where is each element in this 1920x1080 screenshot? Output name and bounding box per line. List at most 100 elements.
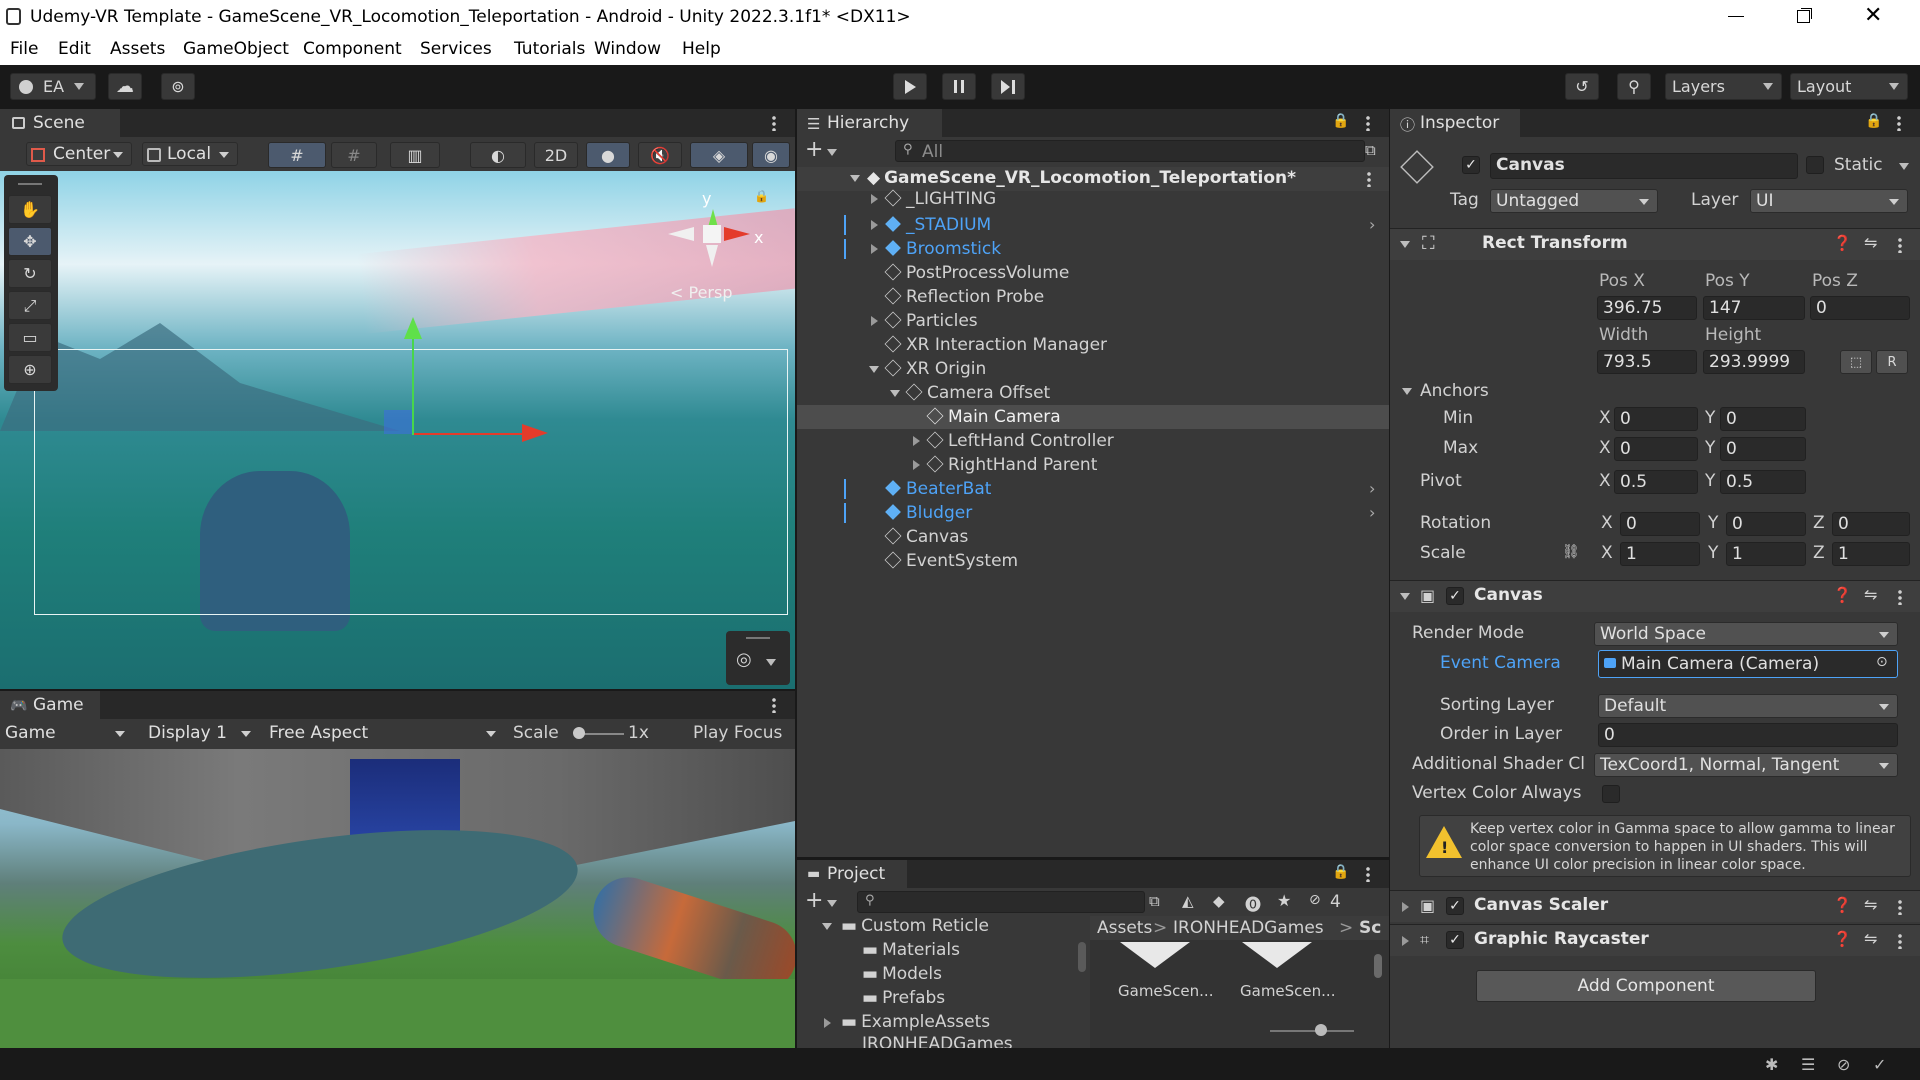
pos-y-input[interactable]: 147: [1703, 296, 1805, 320]
drag-handle[interactable]: [18, 183, 42, 185]
object-picker-icon[interactable]: ⊙: [1876, 654, 1888, 670]
kebab-icon[interactable]: [1898, 933, 1902, 949]
active-checkbox[interactable]: ✓: [1462, 156, 1480, 174]
folder-row[interactable]: IRONHEADGames: [797, 1034, 1087, 1048]
x-arrow-icon[interactable]: [522, 424, 548, 442]
expand-icon[interactable]: [1402, 902, 1409, 912]
lock-icon[interactable]: 🔒: [754, 189, 769, 203]
preset-icon[interactable]: ⇋: [1864, 233, 1877, 252]
history-button[interactable]: ↺: [1565, 73, 1599, 100]
pause-button[interactable]: [942, 73, 976, 100]
scene-camera-overlay[interactable]: ◎: [726, 631, 790, 685]
grid-snap-button[interactable]: #: [268, 142, 326, 168]
order-in-layer-input[interactable]: 0: [1598, 723, 1898, 747]
chevron-right-icon[interactable]: ›: [1369, 215, 1375, 234]
expand-icon[interactable]: [869, 366, 879, 373]
folder-row[interactable]: ▬ ExampleAssets: [797, 1012, 1087, 1034]
scene-viewport[interactable]: ✋ ✥ ↻ ⤢ ▭ ⊕ y x 🔒 < Persp ◎: [0, 171, 795, 689]
add-icon[interactable]: +: [805, 888, 823, 913]
scale-y-input[interactable]: 1: [1726, 542, 1806, 566]
search-options-icon[interactable]: ⧉: [1365, 141, 1376, 159]
preset-icon[interactable]: ⇋: [1864, 929, 1877, 948]
rotate-tool[interactable]: ↻: [8, 259, 52, 288]
chevron-down-icon[interactable]: [827, 900, 837, 907]
kebab-icon[interactable]: [1367, 171, 1371, 187]
expand-icon[interactable]: [871, 220, 878, 230]
anchors-expand-icon[interactable]: [1402, 388, 1412, 395]
hidden-packages-icon[interactable]: ⊘: [1309, 892, 1321, 908]
ruler-button[interactable]: ▥: [390, 142, 440, 168]
expand-icon[interactable]: [850, 175, 860, 182]
2d-toggle[interactable]: 2D: [534, 142, 578, 168]
center-handle[interactable]: [384, 410, 412, 434]
canvas-scaler-header[interactable]: ▣ ✓ Canvas Scaler ❓ ⇋: [1390, 890, 1920, 922]
help-icon[interactable]: ❓: [1833, 234, 1852, 252]
folder-row[interactable]: ▬ Models: [797, 964, 1087, 986]
hierarchy-row-13[interactable]: Bludger ›: [797, 503, 1389, 523]
play-button[interactable]: [893, 73, 927, 100]
view-select[interactable]: Game: [0, 722, 133, 746]
expand-icon[interactable]: [871, 316, 878, 326]
menu-gameobject[interactable]: GameObject: [183, 39, 289, 59]
menu-file[interactable]: File: [10, 39, 38, 59]
move-tool[interactable]: ✥: [8, 227, 52, 256]
x-axis-handle[interactable]: [414, 433, 524, 435]
icon-size-thumb[interactable]: [1315, 1024, 1327, 1036]
add-icon[interactable]: +: [805, 137, 823, 162]
gizmo-neg-y-cone[interactable]: [706, 245, 718, 267]
drag-handle[interactable]: [746, 637, 770, 639]
maximize-icon[interactable]: [1797, 10, 1810, 23]
sorting-layer-dropdown[interactable]: Default: [1598, 694, 1898, 718]
gizmo-neg-x-cone[interactable]: [668, 227, 694, 241]
scene-root-row[interactable]: ◆ GameScene_VR_Locomotion_Teleportation*: [797, 167, 1389, 191]
breadcrumb-current[interactable]: Sc: [1359, 918, 1381, 938]
label-icon[interactable]: ◆: [1213, 892, 1225, 910]
cache-icon[interactable]: ☰: [1801, 1055, 1815, 1074]
project-search-input[interactable]: [857, 891, 1145, 913]
folder-row[interactable]: ▬ Materials: [797, 940, 1087, 962]
y-axis-handle[interactable]: [412, 327, 414, 435]
gizmo-center[interactable]: [703, 225, 721, 243]
scrollbar-thumb[interactable]: [1374, 954, 1382, 978]
chevron-right-icon[interactable]: ›: [1369, 503, 1375, 522]
menu-help[interactable]: Help: [682, 39, 721, 59]
canvas-enabled-checkbox[interactable]: ✓: [1446, 587, 1464, 605]
scale-slider-thumb[interactable]: [573, 727, 585, 739]
shader-channels-dropdown[interactable]: TexCoord1, Normal, Tangent: [1594, 753, 1898, 777]
lock-icon[interactable]: 🔒: [1332, 864, 1349, 880]
hierarchy-row-5[interactable]: Particles: [797, 311, 1389, 331]
snap-increment-button[interactable]: #: [331, 142, 377, 168]
canvas-component-header[interactable]: ▣ ✓ Canvas ❓ ⇋: [1390, 580, 1920, 612]
scene-asset-icon[interactable]: [1242, 942, 1312, 972]
menu-services[interactable]: Services: [420, 39, 492, 59]
tree-scrollbar[interactable]: [1078, 918, 1086, 1038]
raw-edit-button[interactable]: R: [1876, 350, 1908, 374]
menu-window[interactable]: Window: [594, 39, 661, 59]
star-icon[interactable]: ★: [1277, 891, 1291, 910]
expand-icon[interactable]: [913, 460, 920, 470]
graphic-raycaster-checkbox[interactable]: ✓: [1446, 931, 1464, 949]
pivot-x-input[interactable]: 0.5: [1614, 470, 1698, 494]
hierarchy-row-12[interactable]: BeaterBat ›: [797, 479, 1389, 499]
layers-dropdown[interactable]: Layers: [1665, 73, 1782, 100]
search-button[interactable]: ⚲: [1617, 73, 1651, 100]
orientation-gizmo[interactable]: y x 🔒 < Persp: [650, 189, 790, 311]
rect-tool[interactable]: ▭: [8, 323, 52, 352]
rotation-x-input[interactable]: 0: [1620, 512, 1700, 536]
hierarchy-row-14[interactable]: Canvas: [797, 527, 1389, 547]
asset-scrollbar[interactable]: [1373, 942, 1383, 996]
breadcrumb-folder[interactable]: IRONHEADGames: [1173, 918, 1324, 938]
expand-icon[interactable]: [871, 194, 878, 204]
minimize-icon[interactable]: [1728, 16, 1744, 17]
close-icon[interactable]: ✕: [1864, 3, 1882, 28]
scene-asset-icon[interactable]: [1120, 942, 1190, 972]
help-icon[interactable]: ❓: [1833, 586, 1852, 604]
asset-label[interactable]: GameScen...: [1118, 982, 1213, 1000]
blueprint-mode-button[interactable]: ⬚: [1840, 350, 1872, 374]
asset-label[interactable]: GameScen...: [1240, 982, 1335, 1000]
hierarchy-row-9-selected[interactable]: Main Camera: [797, 405, 1389, 429]
canvas-scaler-checkbox[interactable]: ✓: [1446, 897, 1464, 915]
lock-icon[interactable]: 🔒: [1332, 113, 1349, 129]
hierarchy-row-11[interactable]: RightHand Parent: [797, 455, 1389, 475]
play-focus-dropdown[interactable]: Play Focus: [693, 723, 782, 743]
